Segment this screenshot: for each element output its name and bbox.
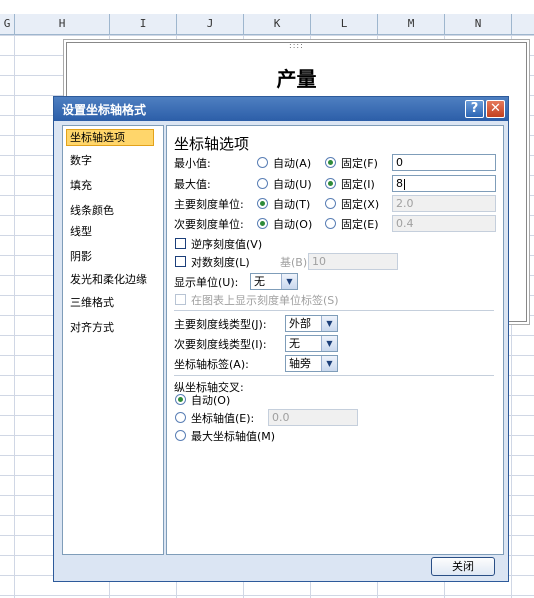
minor-tick-type-label: 次要刻度线类型(I):	[174, 338, 267, 351]
column-header-bar: G H I J K L M N	[0, 14, 534, 35]
show-units-checkbox	[175, 294, 186, 305]
help-icon: ?	[470, 101, 479, 116]
close-button[interactable]: 关闭	[431, 557, 495, 576]
format-axis-dialog: 设置坐标轴格式 ? ✕ 坐标轴选项 数字 填充 线条颜色 线型 阴影 发光和柔化…	[53, 96, 509, 582]
max-fixed-radio[interactable]	[325, 178, 336, 189]
cross-value-input: 0.0	[268, 409, 358, 426]
minor-unit-label: 次要刻度单位:	[174, 218, 244, 231]
grid-line	[14, 35, 15, 598]
min-fixed-radio[interactable]	[325, 157, 336, 168]
divider	[174, 375, 494, 376]
max-value-input[interactable]: 8	[392, 175, 496, 192]
max-label: 最大值:	[174, 178, 211, 191]
category-list: 坐标轴选项 数字 填充 线条颜色 线型 阴影 发光和柔化边缘 三维格式 对齐方式	[62, 125, 164, 555]
divider	[174, 310, 494, 311]
help-button[interactable]: ?	[465, 100, 484, 118]
cross-value-label[interactable]: 坐标轴值(E):	[191, 410, 254, 426]
major-auto-label[interactable]: 自动(T)	[273, 196, 310, 212]
cross-auto-radio[interactable]	[175, 394, 186, 405]
major-tick-type-value: 外部	[289, 317, 311, 330]
column-header-i[interactable]: I	[110, 14, 177, 34]
nav-item-line-style[interactable]: 线型	[66, 222, 156, 242]
column-header-j[interactable]: J	[177, 14, 244, 34]
axis-labels-value: 轴旁	[289, 357, 311, 370]
minor-unit-input: 0.4	[392, 215, 496, 232]
nav-item-3d-format[interactable]: 三维格式	[66, 293, 156, 313]
column-header-k[interactable]: K	[244, 14, 311, 34]
min-auto-label[interactable]: 自动(A)	[273, 155, 311, 171]
major-auto-radio[interactable]	[257, 198, 268, 209]
nav-item-glow-soft-edges[interactable]: 发光和柔化边缘	[66, 270, 156, 290]
nav-item-shadow[interactable]: 阴影	[66, 247, 156, 267]
dialog-title: 设置坐标轴格式	[62, 103, 147, 117]
axis-options-panel: 坐标轴选项 最小值: 自动(A) 固定(F) 0 最大值: 自动(U) 固定(I…	[166, 125, 504, 555]
column-header-l[interactable]: L	[311, 14, 378, 34]
nav-item-fill[interactable]: 填充	[66, 176, 156, 196]
max-auto-label[interactable]: 自动(U)	[273, 176, 312, 192]
chart-title[interactable]: 产量	[67, 63, 526, 92]
nav-item-axis-options[interactable]: 坐标轴选项	[66, 129, 154, 146]
nav-item-line-color[interactable]: 线条颜色	[66, 201, 156, 221]
display-units-value: 无	[254, 275, 265, 288]
max-fixed-label[interactable]: 固定(I)	[341, 176, 375, 192]
minor-tick-type-select[interactable]: 无 ▼	[285, 335, 338, 352]
max-value-text: 8	[396, 177, 403, 190]
log-base-input: 10	[308, 253, 398, 270]
log-scale-label[interactable]: 对数刻度(L)	[191, 254, 250, 270]
close-icon: ✕	[490, 101, 501, 116]
major-unit-label: 主要刻度单位:	[174, 198, 244, 211]
major-tick-type-select[interactable]: 外部 ▼	[285, 315, 338, 332]
max-auto-radio[interactable]	[257, 178, 268, 189]
cross-value-radio[interactable]	[175, 412, 186, 423]
cross-auto-label[interactable]: 自动(O)	[191, 392, 230, 408]
chevron-down-icon: ▼	[321, 356, 337, 371]
chevron-down-icon: ▼	[281, 274, 297, 289]
cross-max-radio[interactable]	[175, 430, 186, 441]
major-tick-type-label: 主要刻度线类型(J):	[174, 318, 267, 331]
major-unit-input: 2.0	[392, 195, 496, 212]
reverse-order-label[interactable]: 逆序刻度值(V)	[191, 236, 262, 252]
column-header-h[interactable]: H	[15, 14, 110, 34]
show-units-label: 在图表上显示刻度单位标签(S)	[191, 294, 339, 307]
log-base-label: 基(B):	[280, 256, 311, 269]
log-scale-checkbox[interactable]	[175, 256, 186, 267]
major-fixed-label[interactable]: 固定(X)	[341, 196, 379, 212]
axis-labels-select[interactable]: 轴旁 ▼	[285, 355, 338, 372]
minor-fixed-label[interactable]: 固定(E)	[341, 216, 379, 232]
chevron-down-icon: ▼	[321, 336, 337, 351]
chevron-down-icon: ▼	[321, 316, 337, 331]
nav-item-number[interactable]: 数字	[66, 151, 156, 171]
min-fixed-label[interactable]: 固定(F)	[341, 155, 378, 171]
min-auto-radio[interactable]	[257, 157, 268, 168]
close-window-button[interactable]: ✕	[486, 100, 505, 118]
chart-resize-handle[interactable]: ::::	[289, 41, 304, 50]
min-label: 最小值:	[174, 157, 211, 170]
minor-auto-radio[interactable]	[257, 218, 268, 229]
major-fixed-radio[interactable]	[325, 198, 336, 209]
minor-auto-label[interactable]: 自动(O)	[273, 216, 312, 232]
reverse-order-checkbox[interactable]	[175, 238, 186, 249]
nav-item-alignment[interactable]: 对齐方式	[66, 318, 156, 338]
minor-tick-type-value: 无	[289, 337, 300, 350]
display-units-select[interactable]: 无 ▼	[250, 273, 298, 290]
column-header-n[interactable]: N	[445, 14, 512, 34]
minor-fixed-radio[interactable]	[325, 218, 336, 229]
column-header-g[interactable]: G	[0, 14, 15, 34]
dialog-titlebar[interactable]: 设置坐标轴格式 ? ✕	[54, 97, 508, 121]
text-caret	[404, 178, 405, 190]
section-title: 坐标轴选项	[174, 135, 250, 153]
axis-labels-label: 坐标轴标签(A):	[174, 358, 249, 371]
display-units-label: 显示单位(U):	[174, 276, 239, 289]
column-header-m[interactable]: M	[378, 14, 445, 34]
min-value-input[interactable]: 0	[392, 154, 496, 171]
cross-max-label[interactable]: 最大坐标轴值(M)	[191, 428, 275, 444]
